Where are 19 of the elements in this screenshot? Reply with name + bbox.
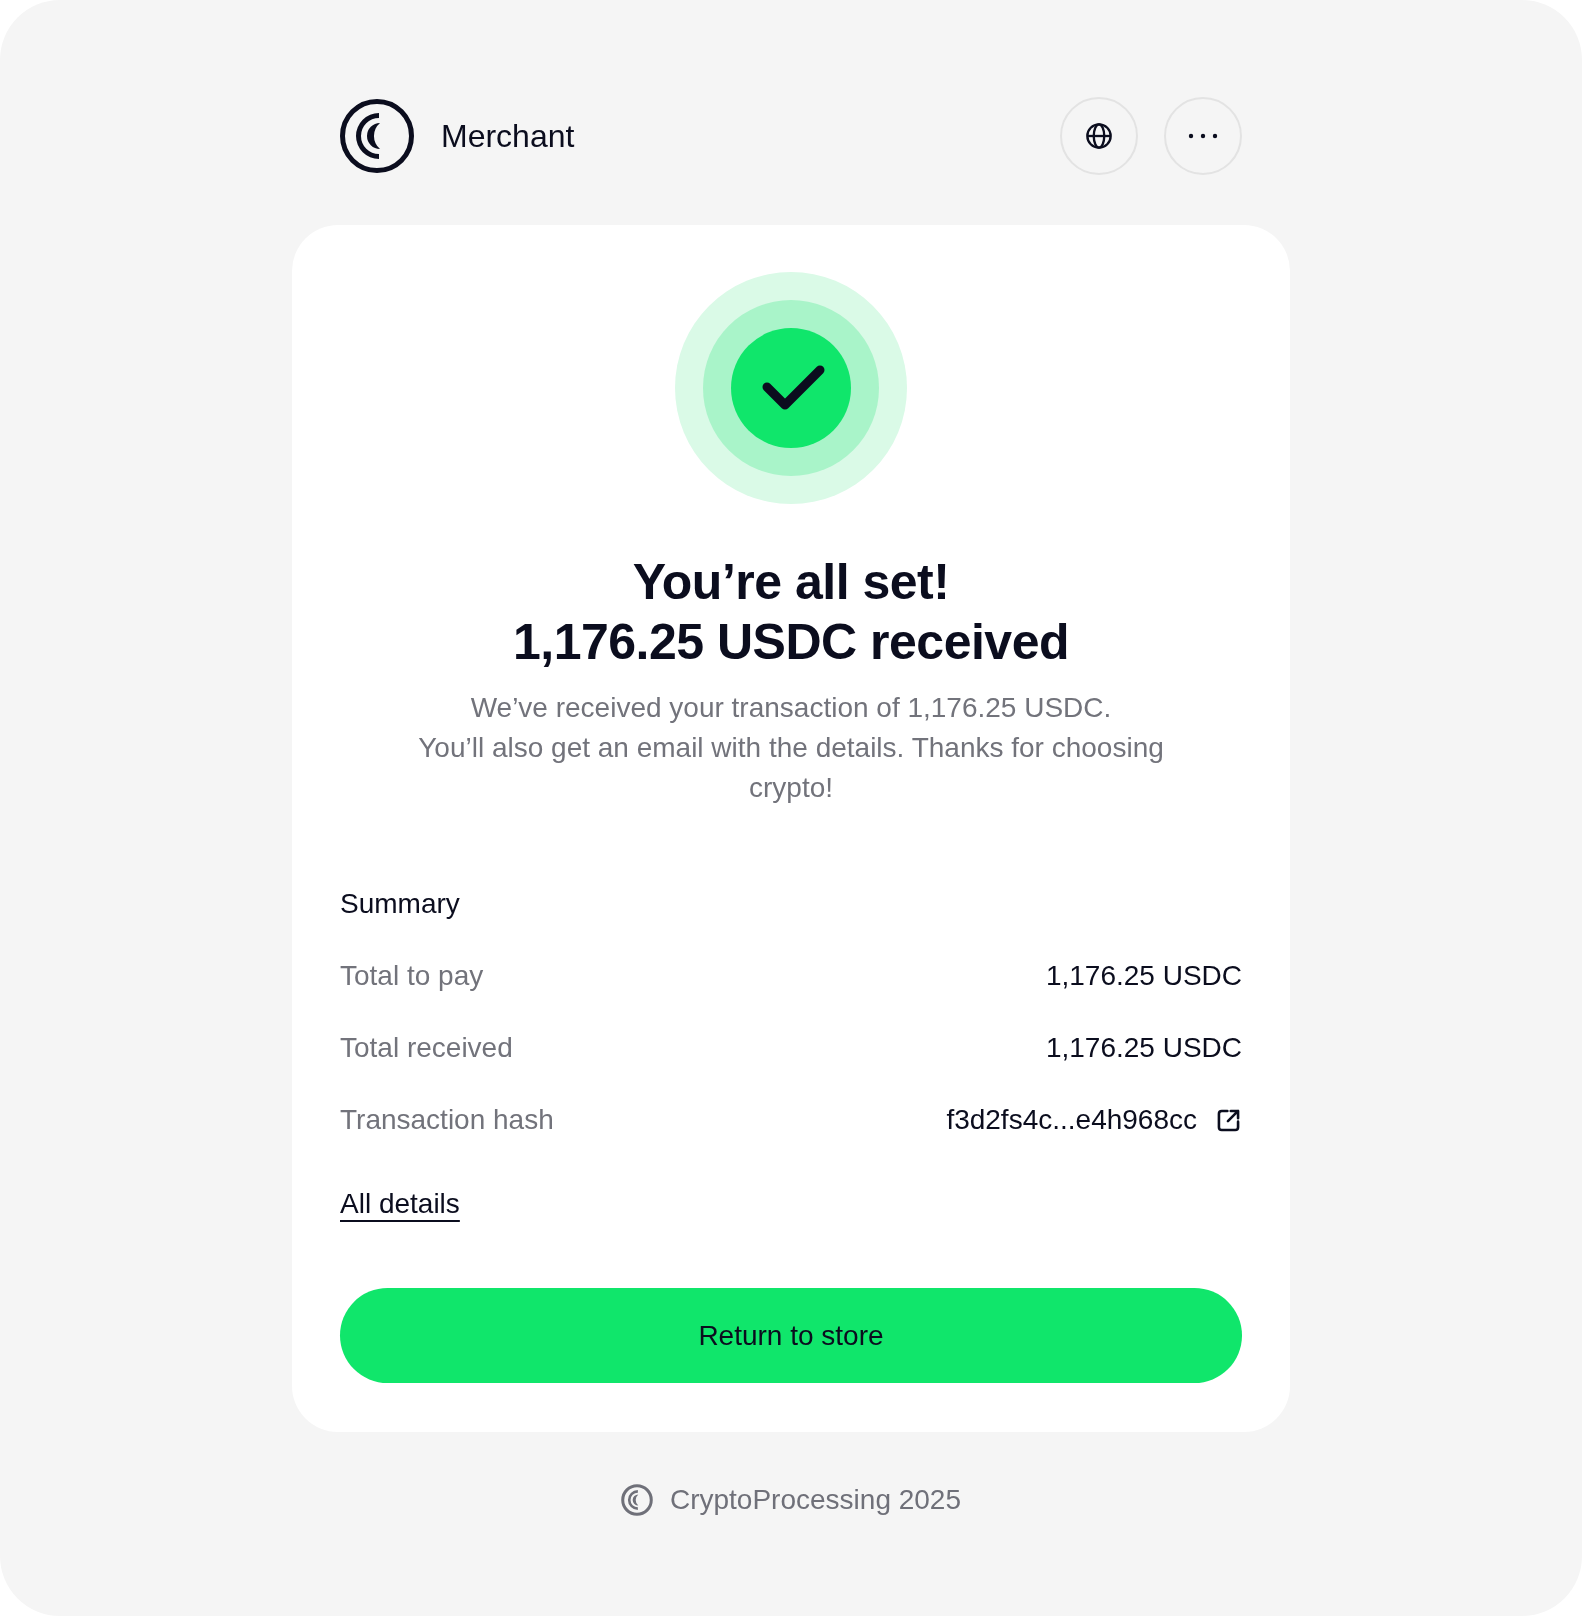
- success-title: You’re all set!: [631, 553, 951, 612]
- transaction-hash: f3d2fs4c...e4h968cc: [946, 1103, 1197, 1137]
- all-details-link[interactable]: All details: [340, 1184, 460, 1224]
- globe-icon: [1085, 122, 1113, 150]
- summary-label: Total received: [340, 1031, 513, 1065]
- summary-label: Total to pay: [340, 959, 484, 993]
- merchant-name: Merchant: [441, 117, 575, 156]
- summary-heading: Summary: [340, 887, 461, 921]
- logo-icon: [340, 99, 414, 173]
- summary-label: Transaction hash: [340, 1103, 554, 1137]
- summary-value: 1,176.25 USDC: [1045, 959, 1242, 993]
- confirmation-message: We’ve received your transaction of 1,176.25 USDC. You’ll also get an email with the details. Thanks for choosing crypto!: [417, 691, 1165, 805]
- more-icon: [1188, 133, 1218, 139]
- return-to-store-button[interactable]: Return to store: [340, 1288, 1242, 1383]
- amount-received-title: 1,176.25 USDC received: [512, 613, 1070, 672]
- summary-value: 1,176.25 USDC: [1045, 1031, 1242, 1065]
- success-check-icon: [675, 272, 907, 504]
- logo-icon: [620, 1484, 653, 1516]
- footer-copyright: CryptoProcessing 2025: [669, 1483, 961, 1517]
